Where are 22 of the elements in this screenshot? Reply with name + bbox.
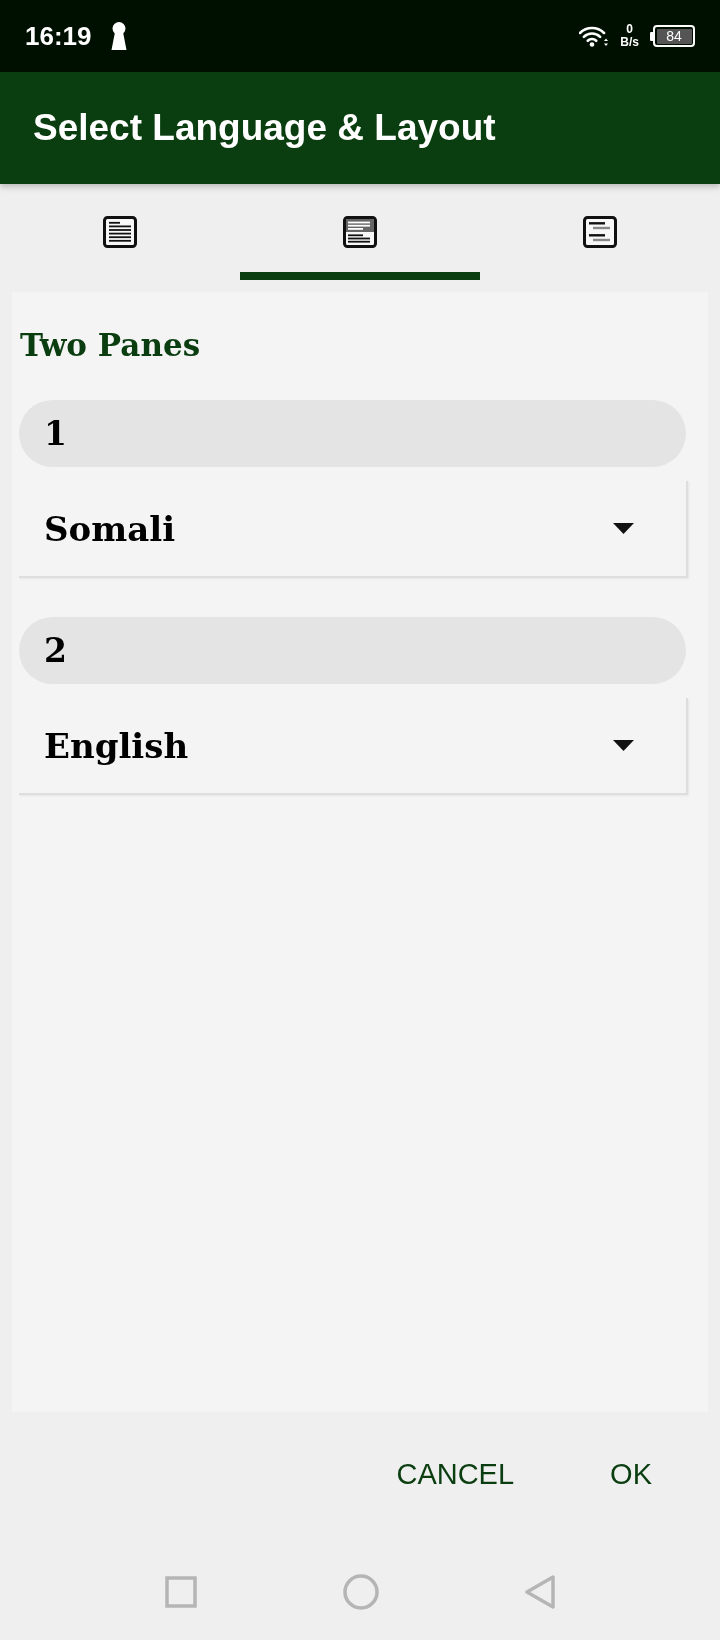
- language-dropdown[interactable]: Somali: [19, 481, 688, 578]
- pane-number-header: 1: [19, 400, 686, 467]
- recents-icon[interactable]: [165, 1576, 197, 1608]
- caret-icon: [613, 523, 634, 534]
- home-icon[interactable]: [343, 1574, 379, 1610]
- interleaved-text-icon: [583, 216, 617, 248]
- split-document-icon: [343, 216, 377, 248]
- document-icon: [103, 216, 137, 248]
- language-dropdown[interactable]: English: [19, 698, 688, 795]
- app-bar-title: Select Language & Layout: [33, 106, 496, 150]
- status-time: 16:19: [25, 21, 92, 51]
- cancel-button[interactable]: CANCEL: [396, 1447, 515, 1501]
- net-speed-unit: B/s: [620, 36, 639, 49]
- back-icon[interactable]: [525, 1575, 555, 1609]
- battery-indicator: 84: [650, 25, 695, 47]
- keyhole-icon: [109, 22, 128, 50]
- ok-button[interactable]: OK: [610, 1447, 652, 1501]
- section-heading: Two Panes: [20, 326, 201, 365]
- wifi-icon: [579, 24, 610, 48]
- net-speed-value: 0: [626, 23, 633, 36]
- pane-number-header: 2: [19, 617, 686, 684]
- caret-icon: [613, 740, 634, 751]
